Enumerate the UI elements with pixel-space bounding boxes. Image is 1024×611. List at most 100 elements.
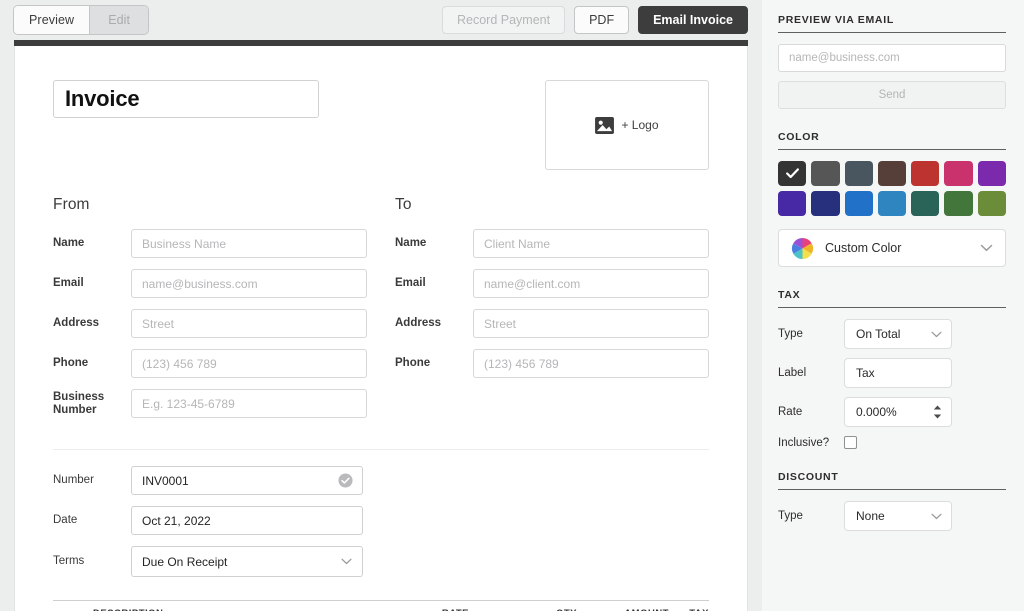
preview-email-input[interactable]: name@business.com [778, 44, 1006, 72]
parties-section: From Name Business Name Email name@busin… [15, 170, 747, 429]
tax-rate-input[interactable]: 0.000% [844, 397, 952, 427]
tax-type-value: On Total [856, 327, 901, 341]
from-phone-input[interactable]: (123) 456 789 [131, 349, 367, 378]
from-name-input[interactable]: Business Name [131, 229, 367, 258]
chevron-down-icon [341, 558, 352, 565]
from-row-name: Name Business Name [53, 229, 367, 258]
color-swatch-11[interactable] [911, 191, 940, 216]
color-swatch-9[interactable] [844, 191, 873, 216]
invoice-title-text: Invoice [65, 86, 140, 111]
invoice-editor-app: Preview Edit Record Payment PDF Email In… [0, 0, 1024, 611]
to-phone-input[interactable]: (123) 456 789 [473, 349, 709, 378]
tax-rate-value: 0.000% [856, 405, 897, 419]
custom-color-select[interactable]: Custom Color [778, 229, 1006, 267]
to-email-input[interactable]: name@client.com [473, 269, 709, 298]
main-column: Preview Edit Record Payment PDF Email In… [0, 0, 762, 611]
custom-color-label: Custom Color [825, 241, 902, 255]
from-phone-label: Phone [53, 357, 89, 369]
record-payment-button[interactable]: Record Payment [441, 6, 566, 34]
color-swatch-6[interactable] [977, 161, 1006, 186]
from-address-input[interactable]: Street [131, 309, 367, 338]
tax-inclusive-checkbox[interactable] [844, 436, 857, 449]
to-address-input[interactable]: Street [473, 309, 709, 338]
from-email-input[interactable]: name@business.com [131, 269, 367, 298]
tax-type-label: Type [778, 328, 803, 340]
chevron-down-icon [931, 331, 942, 337]
tax-rate-stepper[interactable] [933, 405, 942, 419]
email-invoice-button[interactable]: Email Invoice [638, 6, 748, 34]
tax-label-value: Tax [856, 366, 875, 380]
to-name-input[interactable]: Client Name [473, 229, 709, 258]
color-heading: COLOR [778, 131, 1006, 150]
from-heading: From [53, 196, 90, 213]
color-swatch-0[interactable] [778, 161, 807, 186]
tax-inclusive-row: Inclusive? [778, 436, 1006, 449]
caret-down-icon[interactable] [933, 414, 942, 419]
to-heading: To [395, 196, 412, 213]
check-circle-icon [338, 473, 353, 488]
to-address-label: Address [395, 317, 442, 329]
tax-type-select[interactable]: On Total [844, 319, 952, 349]
from-name-label: Name [53, 237, 85, 249]
line-items-table: DESCRIPTION RATE QTY AMOUNT TAX × Item D… [15, 588, 747, 611]
checkmark-icon [785, 168, 799, 179]
invoice-date-value: Oct 21, 2022 [142, 513, 211, 528]
color-swatch-grid [778, 161, 1006, 216]
image-icon [595, 116, 615, 134]
color-swatch-10[interactable] [877, 191, 907, 216]
color-swatch-3[interactable] [877, 161, 907, 186]
from-row-email: Email name@business.com [53, 269, 367, 298]
logo-label: + Logo [621, 118, 659, 132]
edit-tab[interactable]: Edit [90, 6, 149, 34]
col-amount-header: AMOUNT [577, 608, 669, 611]
color-swatch-7[interactable] [778, 191, 807, 216]
pdf-button[interactable]: PDF [574, 6, 630, 34]
color-swatch-5[interactable] [944, 161, 973, 186]
discount-type-select[interactable]: None [844, 501, 952, 531]
to-row-phone: Phone (123) 456 789 [395, 349, 709, 378]
invoice-title-input[interactable]: Invoice [53, 80, 319, 118]
color-swatch-13[interactable] [977, 191, 1006, 216]
terms-label: Terms [53, 555, 85, 567]
color-swatch-2[interactable] [844, 161, 873, 186]
send-preview-button[interactable]: Send [778, 81, 1006, 109]
to-phone-label: Phone [395, 357, 431, 369]
color-wheel-icon [791, 237, 814, 259]
view-mode-toggle: Preview Edit [14, 6, 149, 34]
invoice-terms-value: Due On Receipt [142, 554, 228, 569]
invoice-meta-section: Number INV0001 Date Oct 21, 2022 Terms D… [15, 450, 747, 577]
tax-label-row: Label Tax [778, 358, 1006, 388]
color-swatch-4[interactable] [911, 161, 940, 186]
invoice-canvas-wrapper: Invoice + Logo From Name Business Name E… [14, 40, 748, 611]
tax-label-input[interactable]: Tax [844, 358, 952, 388]
invoice-number-input[interactable]: INV0001 [131, 466, 363, 495]
table-header-row: DESCRIPTION RATE QTY AMOUNT TAX [53, 600, 709, 611]
invoice-terms-select[interactable]: Due On Receipt [131, 546, 363, 577]
tax-type-row: Type On Total [778, 319, 1006, 349]
tax-rate-row: Rate 0.000% [778, 397, 1006, 427]
color-swatch-1[interactable] [811, 161, 840, 186]
col-description-header: DESCRIPTION [93, 608, 367, 611]
discount-type-row: Type None [778, 501, 1006, 531]
preview-tab[interactable]: Preview [14, 6, 90, 34]
tax-label-label: Label [778, 367, 807, 379]
meta-row-number: Number INV0001 [53, 466, 709, 495]
color-swatch-8[interactable] [811, 191, 840, 216]
col-rate-header: RATE [367, 608, 469, 611]
toolbar-actions: Record Payment PDF Email Invoice [441, 6, 748, 34]
discount-type-label: Type [778, 510, 803, 522]
tax-rate-label: Rate [778, 406, 803, 418]
logo-upload-box[interactable]: + Logo [545, 80, 709, 170]
to-block: To Name Client Name Email name@client.co… [395, 196, 709, 429]
to-name-label: Name [395, 237, 427, 249]
invoice-date-input[interactable]: Oct 21, 2022 [131, 506, 363, 535]
from-email-label: Email [53, 277, 84, 289]
to-row-name: Name Client Name [395, 229, 709, 258]
from-block: From Name Business Name Email name@busin… [53, 196, 367, 429]
from-business-number-input[interactable]: E.g. 123-45-6789 [131, 389, 367, 418]
to-row-address: Address Street [395, 309, 709, 338]
chevron-down-icon [980, 244, 993, 252]
color-swatch-12[interactable] [944, 191, 973, 216]
chevron-down-icon [931, 513, 942, 519]
caret-up-icon[interactable] [933, 405, 942, 410]
